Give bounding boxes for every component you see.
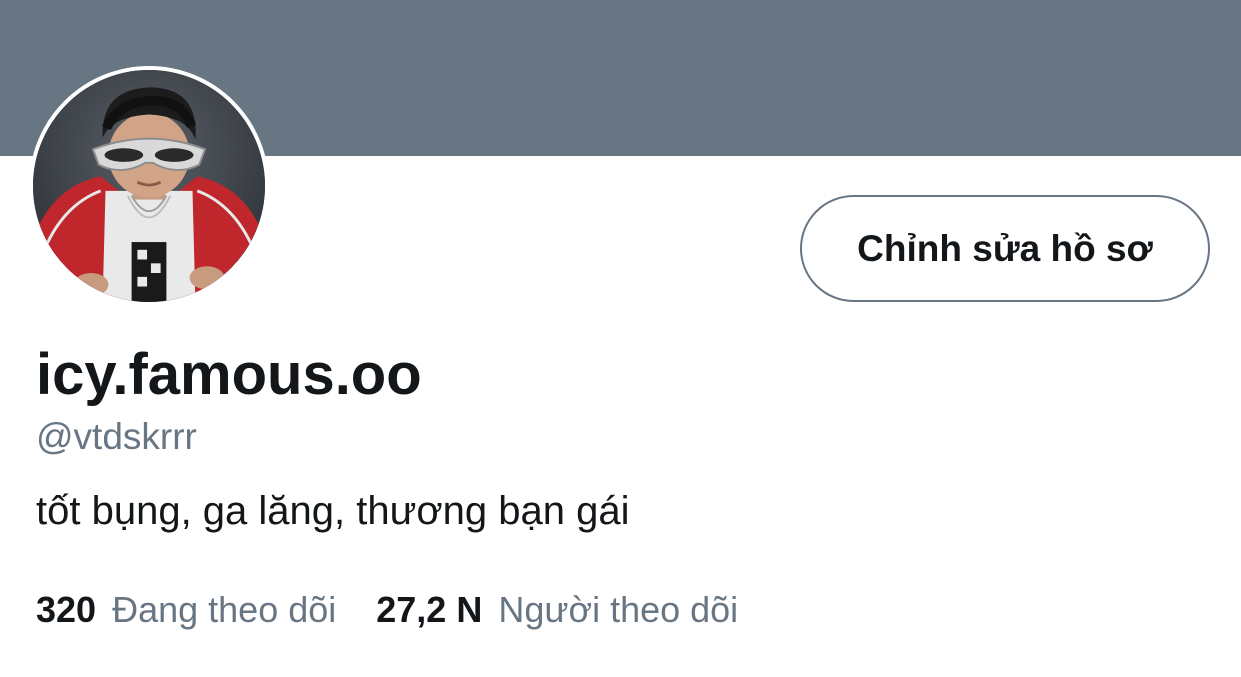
profile-stats: 320 Đang theo dõi 27,2 N Người theo dõi: [36, 588, 738, 632]
following-stat[interactable]: 320 Đang theo dõi: [36, 588, 336, 632]
following-count: 320: [36, 589, 97, 630]
edit-profile-button[interactable]: Chỉnh sửa hồ sơ: [800, 195, 1210, 302]
avatar-photo: [33, 70, 265, 302]
avatar[interactable]: [29, 66, 269, 306]
profile-page: Chỉnh sửa hồ sơ icy.famous.oo @vtdskrrr …: [0, 0, 1241, 677]
followers-count: 27,2 N: [376, 589, 483, 630]
profile-bio: tốt bụng, ga lăng, thương bạn gái: [36, 489, 630, 533]
followers-label: Người theo dõi: [498, 589, 739, 630]
display-name: icy.famous.oo: [36, 342, 422, 407]
following-label: Đang theo dõi: [112, 589, 337, 630]
followers-stat[interactable]: 27,2 N Người theo dõi: [376, 588, 738, 632]
user-handle: @vtdskrrr: [36, 416, 197, 457]
